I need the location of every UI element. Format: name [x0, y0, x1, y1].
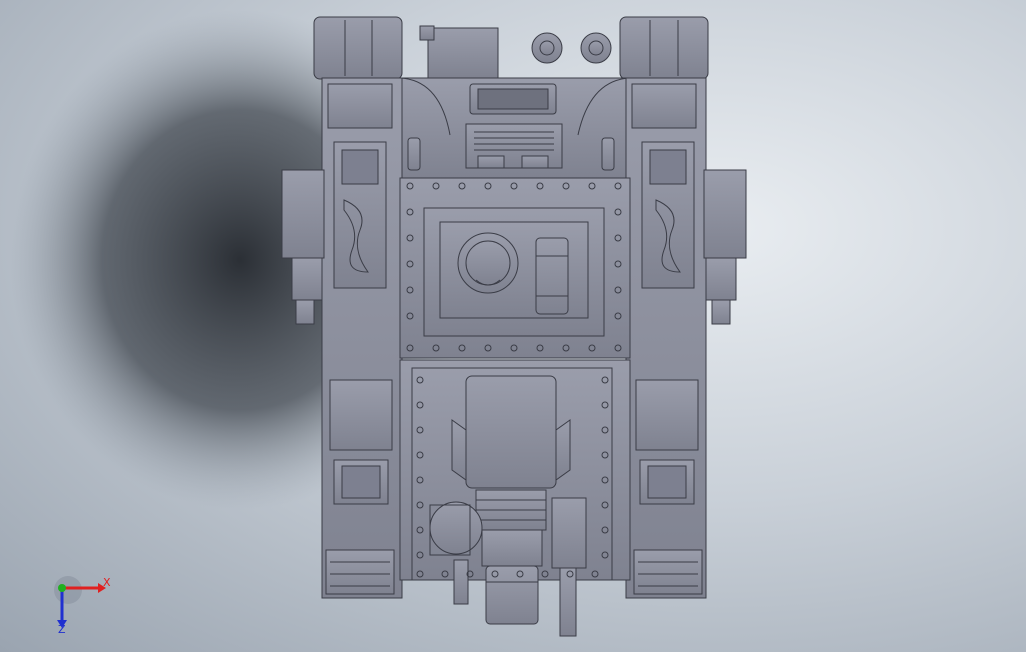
periscope [535, 237, 569, 315]
coordinate-triad[interactable]: X Z [54, 576, 111, 636]
model-canvas[interactable]: X Z [0, 0, 1026, 652]
left-track-end [325, 549, 395, 595]
left-exhaust-drum [313, 16, 403, 80]
triad-origin [54, 576, 82, 604]
rear-drum [429, 501, 483, 555]
x-axis-label: X [103, 576, 111, 589]
right-track-end [633, 549, 703, 595]
cad-viewport[interactable]: X Z [0, 0, 1026, 652]
tank-model[interactable] [281, 16, 747, 637]
top-box [427, 27, 499, 79]
rear-gun [551, 497, 587, 569]
y-axis-dot [58, 584, 66, 592]
exhaust-pipe [481, 529, 543, 567]
z-axis-label: Z [58, 623, 66, 636]
right-exhaust-drum [619, 16, 709, 80]
engine-cover [465, 375, 557, 489]
